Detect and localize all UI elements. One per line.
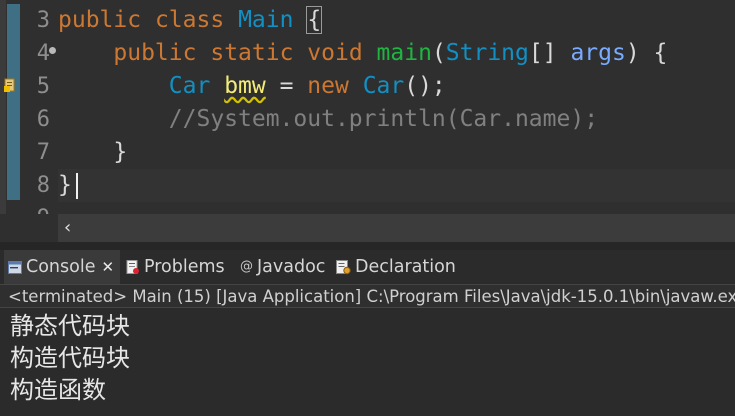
code-text-area[interactable]: public class Main { public static void m… (58, 0, 735, 214)
tab-label: Declaration (355, 257, 456, 277)
console-panel: Console ✕ Problems @ Javadoc Declaration (0, 250, 735, 416)
code-line[interactable]: //System.out.println(Car.name); (58, 103, 598, 136)
javadoc-icon: @ (240, 259, 253, 274)
line-number: 6 (36, 107, 50, 132)
code-token: public (58, 7, 142, 33)
console-output-line: 构造函数 (10, 376, 106, 404)
tab-label: Console (26, 257, 96, 277)
tab-label: Problems (144, 257, 225, 277)
code-token: static (210, 40, 294, 66)
code-token: //System.out.println(Car.name); (168, 106, 599, 132)
console-process-status: <terminated> Main (15) [Java Application… (0, 284, 735, 308)
code-token: ) { (625, 40, 668, 66)
console-icon (8, 260, 22, 274)
code-token: main (376, 40, 432, 66)
code-line[interactable]: public static void main(String[] args) { (58, 37, 667, 70)
code-token: { (306, 6, 323, 34)
code-line[interactable]: } (58, 136, 127, 169)
line-number: 9 (20, 202, 50, 214)
code-token: args (570, 40, 626, 66)
code-token: void (307, 40, 363, 66)
close-icon[interactable]: ✕ (101, 250, 114, 284)
code-token: = (265, 73, 308, 99)
text-caret (76, 173, 78, 199)
code-line[interactable]: public class Main { (58, 4, 323, 37)
quick-diff-bar (7, 4, 20, 200)
code-line[interactable]: Car bmw = new Car(); (58, 70, 446, 103)
code-token: [] (528, 40, 571, 66)
tab-console[interactable]: Console ✕ (4, 250, 121, 284)
view-tab-bar: Console ✕ Problems @ Javadoc Declaration (0, 250, 735, 284)
overview-ruler (0, 0, 6, 214)
code-token: Car (362, 73, 405, 99)
scroll-corner (0, 214, 58, 242)
code-token: new (307, 73, 349, 99)
problems-icon (126, 259, 139, 274)
horizontal-scrollbar[interactable]: ‹ (58, 214, 735, 242)
code-token: (); (404, 73, 446, 99)
console-output-line: 静态代码块 (10, 312, 130, 340)
code-token: Car (168, 73, 211, 99)
code-token: public (113, 40, 197, 66)
scroll-left-icon[interactable]: ‹ (64, 214, 71, 242)
line-number: 7 (36, 140, 50, 165)
code-token: } (58, 172, 72, 198)
code-token: } (58, 139, 128, 165)
tab-label: Javadoc (257, 257, 326, 277)
panel-divider[interactable] (0, 242, 735, 250)
line-number: 5 (36, 74, 50, 99)
code-line[interactable]: } (58, 169, 72, 202)
tab-declaration[interactable]: Declaration (336, 250, 456, 284)
fold-toggle-icon[interactable] (49, 47, 56, 54)
console-output[interactable]: 静态代码块 构造代码块 构造函数 (10, 310, 730, 406)
line-number: 3 (36, 8, 50, 33)
code-token: bmw (224, 73, 266, 99)
code-editor[interactable]: 3 4 5 6 7 8 9 public class Main { public stati… (0, 0, 735, 214)
code-token: String (445, 40, 529, 66)
declaration-icon (336, 259, 351, 274)
tab-problems[interactable]: Problems (126, 250, 225, 284)
code-token: ( (431, 40, 446, 66)
code-token: class (154, 7, 225, 33)
line-number: 8 (36, 173, 50, 198)
line-number: 4 (36, 41, 50, 66)
tab-javadoc[interactable]: @ Javadoc (240, 250, 325, 284)
warning-icon[interactable] (4, 78, 16, 92)
console-output-line: 构造代码块 (10, 344, 130, 372)
code-token: Main (238, 7, 294, 33)
